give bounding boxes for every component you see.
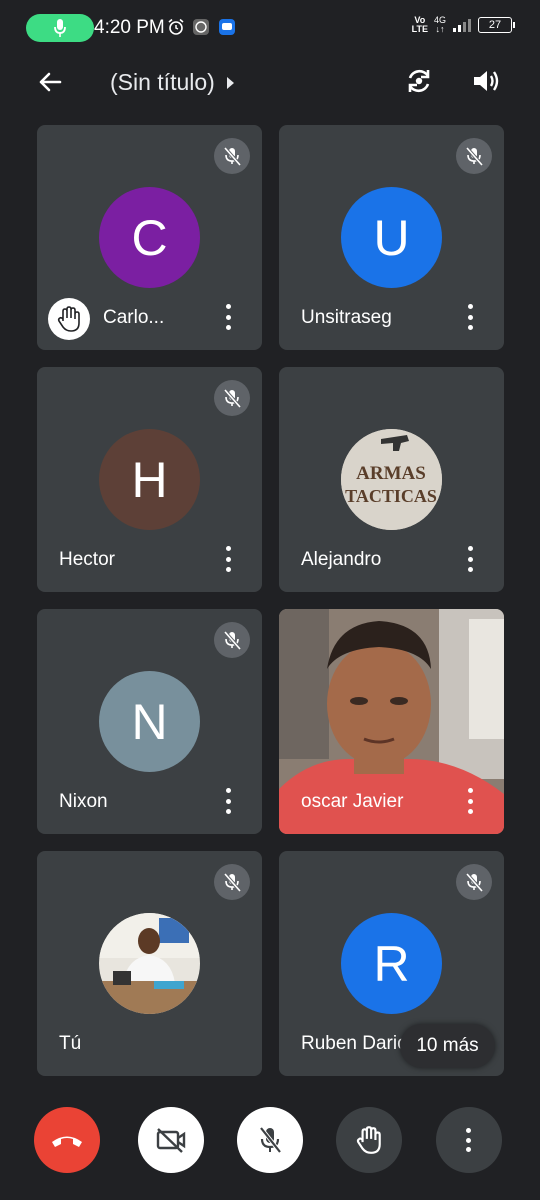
participant-tile[interactable]: N Nixon [37, 609, 262, 834]
avatar: U [341, 187, 442, 288]
speaker-icon[interactable] [469, 64, 503, 98]
meeting-title-text: (Sin título) [110, 69, 215, 95]
participant-name: oscar Javier [301, 791, 404, 812]
more-options-button[interactable] [436, 1107, 502, 1173]
armas-tacticas-logo: ARMAS TACTICAS [341, 429, 442, 530]
status-icons: Vo LTE 4G ↓↑ 27 [411, 15, 515, 34]
camera-off-icon [156, 1128, 186, 1153]
battery-indicator: 27 [478, 17, 515, 33]
more-options-button[interactable] [218, 546, 238, 572]
vertical-dots-icon [466, 1128, 472, 1152]
raised-hand-indicator [48, 298, 90, 340]
more-options-button[interactable] [460, 546, 480, 572]
participant-name: Alejandro [301, 549, 382, 570]
mic-off-icon [465, 146, 484, 167]
muted-indicator [214, 622, 250, 658]
camera-toggle-button[interactable] [138, 1107, 204, 1173]
more-options-button[interactable] [218, 788, 238, 814]
self-photo [99, 913, 200, 1014]
volte-indicator: Vo LTE [411, 15, 428, 34]
svg-text:ARMAS: ARMAS [356, 463, 426, 484]
mic-off-icon [259, 1126, 282, 1154]
muted-indicator [456, 138, 492, 174]
mic-off-icon [223, 630, 242, 651]
mic-toggle-button[interactable] [237, 1107, 303, 1173]
muted-indicator [456, 864, 492, 900]
participant-tile[interactable]: H Hector [37, 367, 262, 592]
participant-tile[interactable]: U Unsitraseg [279, 125, 504, 350]
raised-hand-icon [356, 1126, 381, 1154]
network-type: 4G ↓↑ [433, 15, 446, 34]
avatar-photo [99, 913, 200, 1014]
messages-icon [219, 19, 235, 35]
participant-video-tile[interactable]: oscar Javier [279, 609, 504, 834]
raise-hand-button[interactable] [336, 1107, 402, 1173]
switch-camera-icon[interactable] [402, 64, 436, 98]
status-bar: 4:20 PM Vo LTE 4G ↓↑ 27 [0, 0, 540, 58]
phone-hangup-icon [52, 1136, 82, 1147]
participant-name: Unsitraseg [301, 307, 392, 328]
mic-off-icon [223, 388, 242, 409]
mic-off-icon [223, 872, 242, 893]
participant-name: Tú [59, 1033, 82, 1054]
mic-off-icon [223, 146, 242, 167]
more-options-button[interactable] [460, 304, 480, 330]
avatar: R [341, 913, 442, 1014]
participant-name: Ruben Dario [301, 1033, 408, 1054]
clock: 4:20 PM [94, 17, 165, 38]
end-call-button[interactable] [34, 1107, 100, 1173]
avatar: N [99, 671, 200, 772]
participant-name: Carlo... [103, 307, 165, 328]
mic-icon [54, 19, 66, 37]
more-options-button[interactable] [218, 304, 238, 330]
raised-hand-icon [57, 306, 80, 332]
muted-indicator [214, 864, 250, 900]
mic-in-use-indicator[interactable] [26, 14, 94, 42]
participant-tile[interactable]: Tú [37, 851, 262, 1076]
app-bar: (Sin título) [0, 58, 540, 106]
participant-name: Hector [59, 549, 115, 570]
meeting-title[interactable]: (Sin título) [110, 69, 234, 96]
participant-name: Nixon [59, 791, 108, 812]
muted-indicator [214, 138, 250, 174]
avatar: H [99, 429, 200, 530]
alarm-icon [168, 18, 184, 35]
signal-icon [453, 19, 471, 32]
more-participants-button[interactable]: 10 más [400, 1024, 495, 1068]
more-options-button[interactable] [460, 788, 480, 814]
avatar-photo: ARMAS TACTICAS [341, 429, 442, 530]
back-arrow-icon[interactable] [34, 66, 66, 98]
participant-tile[interactable]: ARMAS TACTICAS Alejandro [279, 367, 504, 592]
caret-right-icon [226, 76, 234, 89]
whatsapp-icon [193, 19, 209, 35]
participant-tile[interactable]: C Carlo... [37, 125, 262, 350]
avatar: C [99, 187, 200, 288]
mic-off-icon [465, 872, 484, 893]
svg-text:TACTICAS: TACTICAS [345, 486, 437, 506]
muted-indicator [214, 380, 250, 416]
